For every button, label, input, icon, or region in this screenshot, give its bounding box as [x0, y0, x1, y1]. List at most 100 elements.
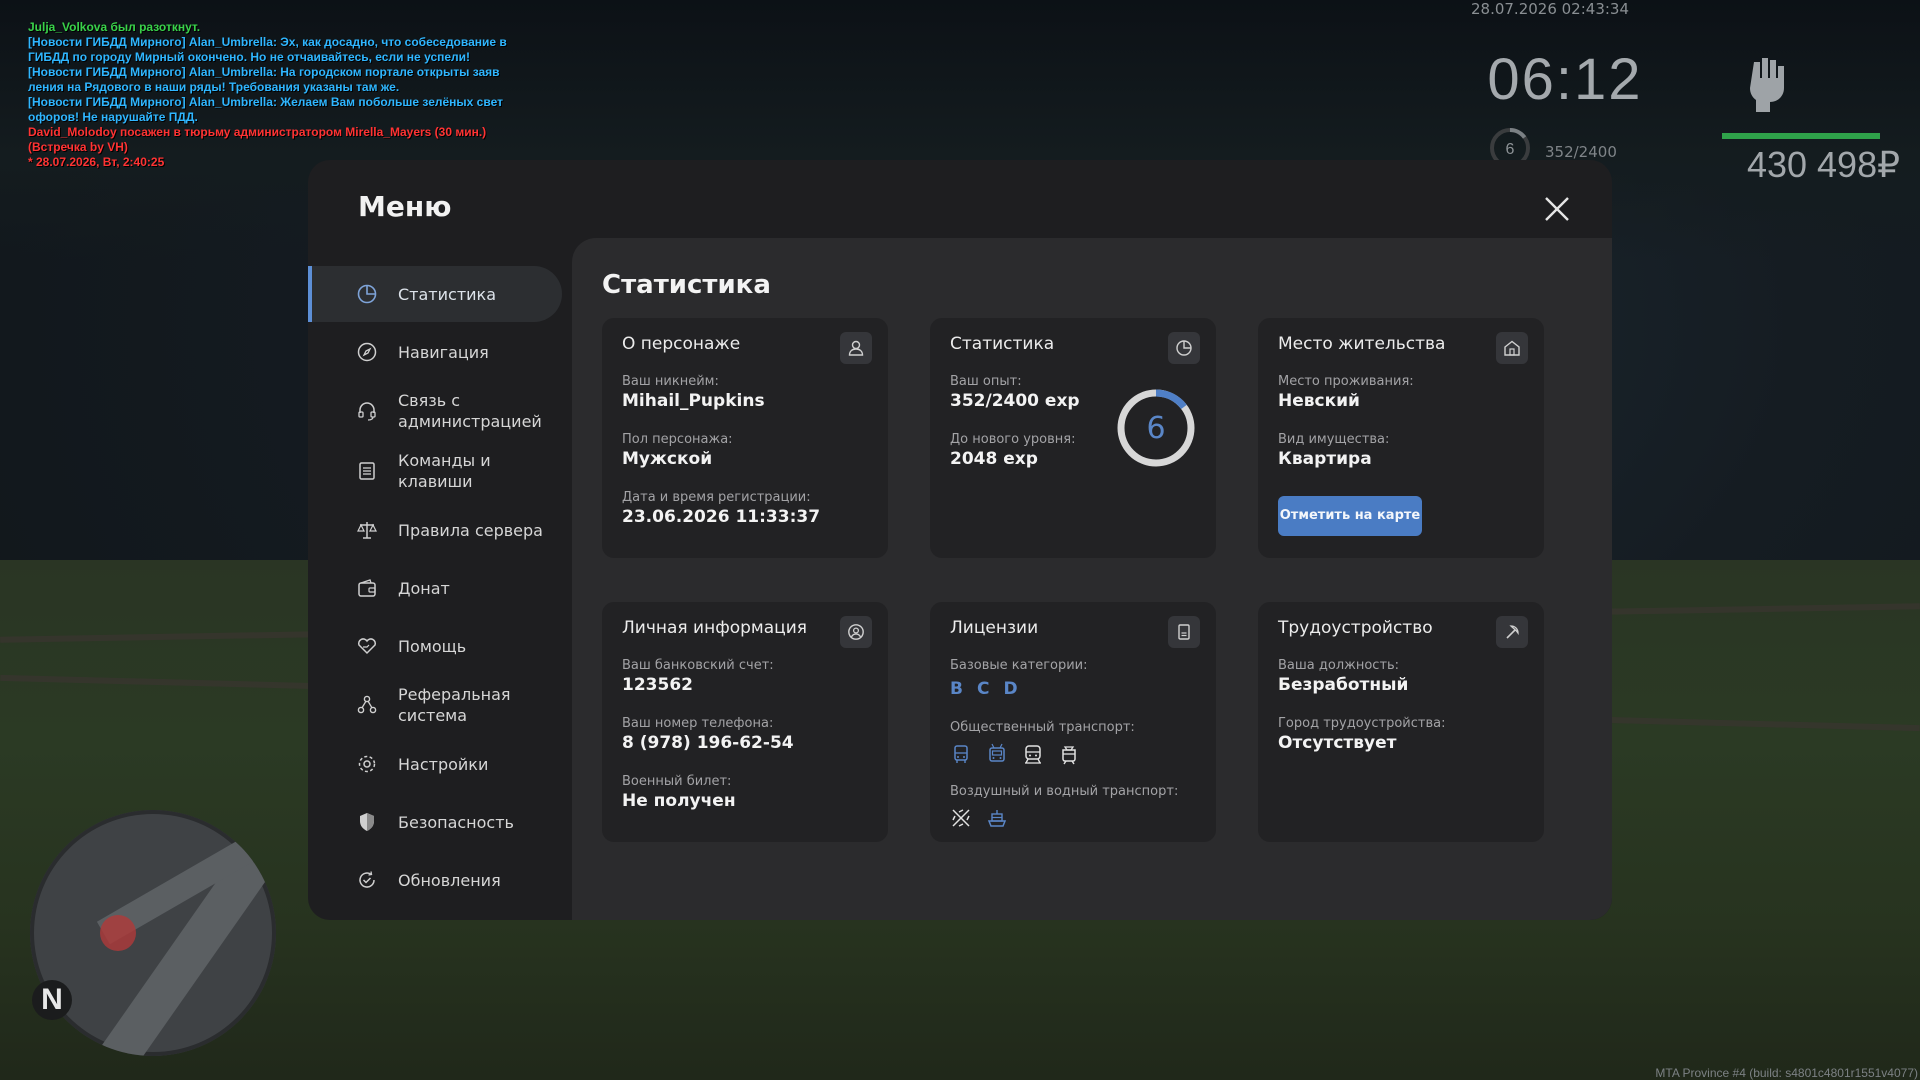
card-title: Личная информация — [622, 618, 808, 638]
sidebar-nav: Статистика Навигация Связь с администрац… — [308, 266, 562, 910]
military-label: Военный билет: — [622, 774, 732, 789]
next-level-label: До нового уровня: — [950, 432, 1076, 447]
hud-exp: 352/2400 — [1545, 143, 1617, 161]
shield-icon — [360, 813, 374, 831]
property-type-label: Вид имущества: — [1278, 432, 1390, 447]
card-title: Статистика — [950, 334, 1055, 354]
next-level-value: 2048 exp — [950, 449, 1038, 469]
menu-title: Меню — [358, 190, 452, 223]
pickaxe-icon — [1496, 616, 1528, 648]
chat-line: David_Molodoy посажен в тюрьму администр… — [28, 125, 487, 139]
house-icon — [1496, 332, 1528, 364]
close-icon[interactable] — [1542, 194, 1572, 224]
licenses-card: Лицензии Базовые категории: B C D Общест… — [930, 602, 1216, 842]
sidebar-item-label: Настройки — [398, 754, 489, 774]
residence-place-label: Место проживания: — [1278, 374, 1414, 389]
card-title: О персонаже — [622, 334, 741, 354]
personal-info-card: Личная информация Ваш банковский счет: 1… — [602, 602, 888, 842]
military-value: Не получен — [622, 791, 736, 811]
sidebar-item-security[interactable]: Безопасность — [308, 794, 562, 850]
exp-label: Ваш опыт: — [950, 374, 1022, 389]
document-icon — [359, 462, 375, 480]
statistics-card: Статистика Ваш опыт: 352/2400 exp До нов… — [930, 318, 1216, 558]
phone-label: Ваш номер телефона: — [622, 716, 774, 731]
air-water-transport-label: Воздушный и водный транспорт: — [950, 784, 1179, 799]
mark-on-map-button[interactable]: Отметить на карте — [1278, 496, 1422, 536]
pie-chart-icon — [1168, 332, 1200, 364]
employment-card: Трудоустройство Ваша должность: Безработ… — [1258, 602, 1544, 842]
registration-value: 23.06.2026 11:33:37 — [622, 507, 821, 527]
hud-health-bar — [1722, 133, 1880, 139]
gear-icon — [358, 755, 376, 773]
job-position-value: Безработный — [1278, 675, 1409, 695]
sidebar-item-label: Команды и клавиши — [398, 451, 491, 491]
exp-value: 352/2400 exp — [950, 391, 1080, 411]
job-city-value: Отсутствует — [1278, 733, 1397, 753]
sidebar-item-donate[interactable]: Донат — [308, 560, 562, 616]
user-circle-icon — [840, 616, 872, 648]
job-city-label: Город трудоустройства: — [1278, 716, 1446, 731]
chat-line: ГИБДД по городу Мирный окончено. Но не о… — [28, 50, 471, 64]
hud-money: 430 498₽ — [1746, 144, 1900, 185]
minimap — [30, 810, 276, 1056]
refresh-check-icon — [359, 871, 375, 888]
wallet-icon — [358, 579, 376, 597]
bus-icon — [954, 745, 968, 763]
pie-chart-icon — [357, 284, 377, 304]
minimap-player-marker — [100, 915, 136, 951]
category-d: D — [1003, 679, 1018, 699]
nickname-value: Mihail_Pupkins — [622, 391, 765, 411]
category-c: C — [976, 679, 990, 699]
sidebar-item-label: Статистика — [398, 284, 496, 304]
gender-label: Пол персонажа: — [622, 432, 733, 447]
fist-icon — [1750, 58, 1784, 112]
bank-account-value: 123562 — [622, 675, 693, 695]
train-icon — [1025, 745, 1041, 764]
sidebar-item-settings[interactable]: Настройки — [308, 736, 562, 792]
menu-window: Меню Статистика Навигация Связь с админи… — [308, 160, 1612, 920]
level-number: 6 — [1146, 411, 1165, 446]
scales-icon — [357, 522, 377, 539]
chat-line: [Новости ГИБДД Мирного] Alan_Umbrella: Э… — [28, 35, 507, 49]
page-title: Статистика — [602, 270, 771, 300]
chat-line: [Новости ГИБДД Мирного] Alan_Umbrella: Н… — [28, 65, 500, 79]
ship-icon — [987, 810, 1007, 827]
residence-place-value: Невский — [1278, 391, 1360, 411]
chat-line: офоров! Не нарушайте ПДД. — [28, 110, 198, 124]
hud-datetime: 28.07.2026 02:43:34 — [1470, 0, 1630, 18]
trolleybus-icon — [989, 743, 1005, 762]
sidebar-item-label: Реферальная система — [398, 685, 511, 725]
bank-account-label: Ваш банковский счет: — [622, 658, 774, 673]
sidebar-item-statistics[interactable]: Статистика — [308, 266, 562, 322]
category-b: B — [950, 679, 963, 699]
sidebar-item-navigation[interactable]: Навигация — [308, 324, 562, 380]
chat-line: (Встречка by VH) — [28, 140, 128, 154]
content-panel: Статистика О персонаже Ваш никнейм: Miha… — [572, 238, 1612, 920]
build-info: MTA Province #4 (build: s4801c4801r1551v… — [1655, 1066, 1918, 1080]
nickname-label: Ваш никнейм: — [622, 374, 719, 389]
sidebar-item-commands[interactable]: Команды и клавиши — [308, 442, 562, 500]
gender-value: Мужской — [622, 449, 713, 469]
minimap-north-icon: N — [32, 980, 72, 1020]
sidebar-item-referral[interactable]: Реферальная система — [308, 676, 562, 734]
sidebar-item-label: Связь с администрацией — [398, 391, 542, 431]
license-card-icon — [1168, 616, 1200, 648]
job-position-label: Ваша должность: — [1278, 658, 1400, 673]
card-title: Место жительства — [1278, 334, 1446, 354]
phone-value: 8 (978) 196-62-54 — [622, 733, 794, 753]
chat-line: Julja_Volkova был разоткнут. — [28, 20, 201, 34]
sidebar-item-updates[interactable]: Обновления — [308, 852, 562, 908]
level-progress-ring: 6 — [1117, 389, 1195, 467]
card-title: Трудоустройство — [1278, 618, 1433, 638]
registration-label: Дата и время регистрации: — [622, 490, 811, 505]
network-icon — [357, 695, 377, 714]
sidebar-item-label: Донат — [398, 578, 450, 598]
plane-icon — [952, 809, 970, 827]
sidebar-item-help[interactable]: Помощь — [308, 618, 562, 674]
sidebar-item-contact-admin[interactable]: Связь с администрацией — [308, 382, 562, 440]
sidebar-item-label: Правила сервера — [398, 520, 543, 540]
sidebar-item-label: Безопасность — [398, 812, 514, 832]
public-transport-label: Общественный транспорт: — [950, 720, 1135, 735]
sidebar-item-rules[interactable]: Правила сервера — [308, 502, 562, 558]
headset-icon — [358, 402, 376, 421]
